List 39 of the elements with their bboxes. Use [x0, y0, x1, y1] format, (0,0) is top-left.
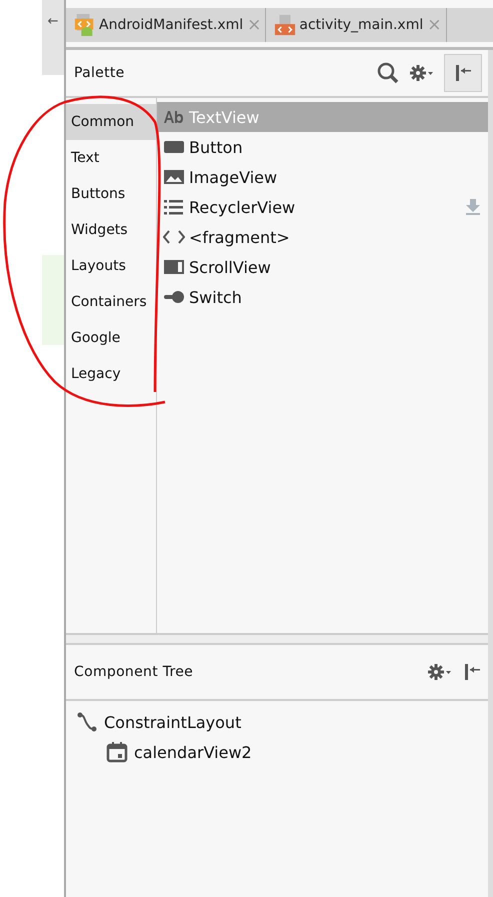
palette-item[interactable]: RecyclerView	[157, 192, 488, 222]
tree-item[interactable]: calendarView2	[134, 742, 252, 762]
back-arrow[interactable]: ←	[48, 14, 58, 32]
palette-item[interactable]: Button	[157, 132, 488, 162]
category-item[interactable]: Legacy	[66, 356, 156, 392]
layout-file-icon	[274, 13, 296, 37]
list-icon	[163, 199, 185, 215]
panel-title: Palette	[74, 65, 126, 81]
category-item[interactable]: Containers	[66, 284, 156, 320]
palette-item[interactable]: ScrollView	[157, 252, 488, 282]
hide-panel-button[interactable]	[444, 54, 482, 92]
editor-tab[interactable]: AndroidManifest.xml ×	[66, 8, 266, 42]
constraint-icon	[76, 711, 98, 733]
panel-title: Component Tree	[74, 664, 194, 680]
category-item[interactable]: Buttons	[66, 176, 156, 212]
category-item[interactable]: Common	[66, 104, 156, 140]
category-item[interactable]: Layouts	[66, 248, 156, 284]
button-icon	[163, 139, 185, 155]
category-item[interactable]: Widgets	[66, 212, 156, 248]
image-icon	[163, 169, 185, 185]
search-icon[interactable]	[376, 61, 400, 85]
settings-icon[interactable]	[428, 663, 452, 681]
code-icon	[163, 229, 185, 245]
settings-icon[interactable]	[410, 64, 434, 82]
category-item[interactable]: Google	[66, 320, 156, 356]
palette-item[interactable]: <fragment>	[157, 222, 488, 252]
text-icon	[163, 109, 185, 125]
palette-item[interactable]: ImageView	[157, 162, 488, 192]
switch-icon	[163, 289, 185, 305]
hide-panel-icon[interactable]	[462, 662, 482, 682]
hide-panel-icon[interactable]	[453, 63, 473, 83]
manifest-file-icon	[74, 13, 96, 37]
splitter-handle[interactable]	[66, 633, 488, 645]
tree-item[interactable]: ConstraintLayout	[104, 712, 242, 732]
category-item[interactable]: Text	[66, 140, 156, 176]
editor-tab[interactable]: activity_main.xml ×	[266, 8, 446, 42]
scroll-icon	[163, 259, 185, 275]
palette-item[interactable]: Switch	[157, 282, 488, 312]
calendar-icon	[106, 741, 128, 763]
